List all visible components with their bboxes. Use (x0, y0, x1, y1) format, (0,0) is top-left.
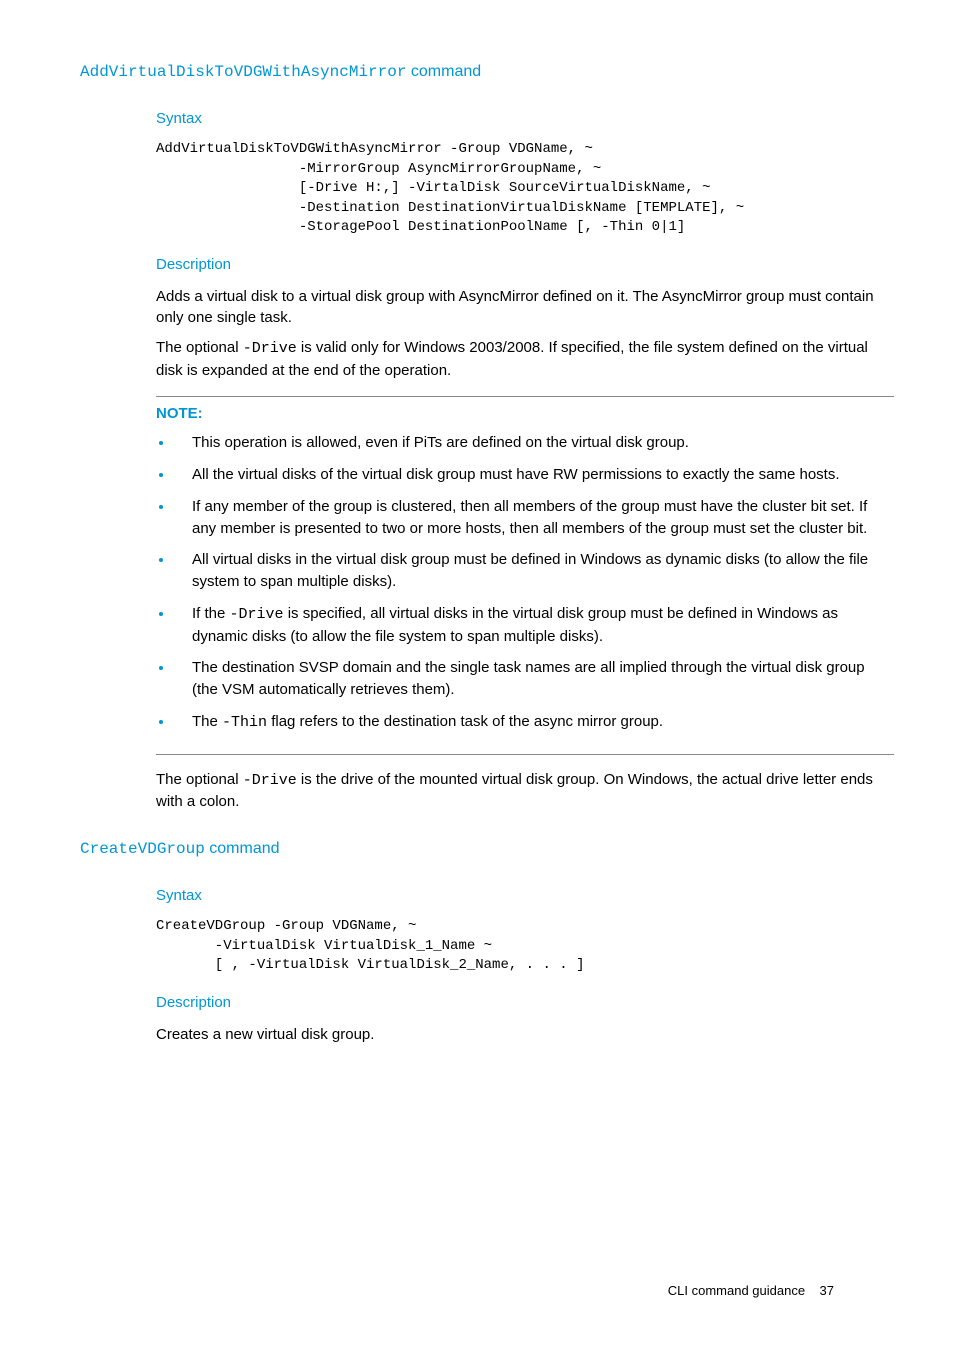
after-note-para: The optional -Drive is the drive of the … (156, 769, 894, 814)
command-name-1: AddVirtualDiskToVDGWithAsyncMirror (80, 63, 406, 81)
note-list: This operation is allowed, even if PiTs … (156, 432, 894, 733)
page-footer: CLI command guidance 37 (668, 1282, 834, 1301)
description-para-1a: Adds a virtual disk to a virtual disk gr… (156, 286, 894, 330)
code-drive-1: -Drive (243, 340, 297, 357)
syntax-code-2: CreateVDGroup -Group VDGName, ~ -Virtual… (156, 917, 894, 976)
syntax-heading-2: Syntax (156, 885, 894, 907)
syntax-code-1: AddVirtualDiskToVDGWithAsyncMirror -Grou… (156, 140, 894, 238)
code-drive-2: -Drive (230, 606, 284, 623)
note-item: The -Thin flag refers to the destination… (174, 711, 894, 734)
description-heading-2: Description (156, 992, 894, 1014)
command-heading-2: CreateVDGroup command (80, 837, 894, 861)
note-item: The destination SVSP domain and the sing… (174, 657, 894, 701)
command-suffix-2: command (205, 840, 280, 857)
code-drive-3: -Drive (243, 772, 297, 789)
code-thin: -Thin (222, 714, 267, 731)
page: AddVirtualDiskToVDGWithAsyncMirror comma… (80, 60, 894, 1331)
description-heading-1: Description (156, 254, 894, 276)
note-label: NOTE: (156, 403, 894, 425)
syntax-heading-1: Syntax (156, 108, 894, 130)
note-item: All virtual disks in the virtual disk gr… (174, 549, 894, 593)
description-para-2: Creates a new virtual disk group. (156, 1024, 894, 1046)
description-para-1b: The optional -Drive is valid only for Wi… (156, 337, 894, 382)
note-item: All the virtual disks of the virtual dis… (174, 464, 894, 486)
command-heading-1: AddVirtualDiskToVDGWithAsyncMirror comma… (80, 60, 894, 84)
command-suffix-1: command (406, 63, 481, 80)
footer-text: CLI command guidance (668, 1283, 805, 1298)
note-item: If the -Drive is specified, all virtual … (174, 603, 894, 648)
note-item: If any member of the group is clustered,… (174, 496, 894, 540)
page-number: 37 (820, 1283, 834, 1298)
note-item: This operation is allowed, even if PiTs … (174, 432, 894, 454)
note-box: NOTE: This operation is allowed, even if… (156, 396, 894, 755)
command-name-2: CreateVDGroup (80, 840, 205, 858)
